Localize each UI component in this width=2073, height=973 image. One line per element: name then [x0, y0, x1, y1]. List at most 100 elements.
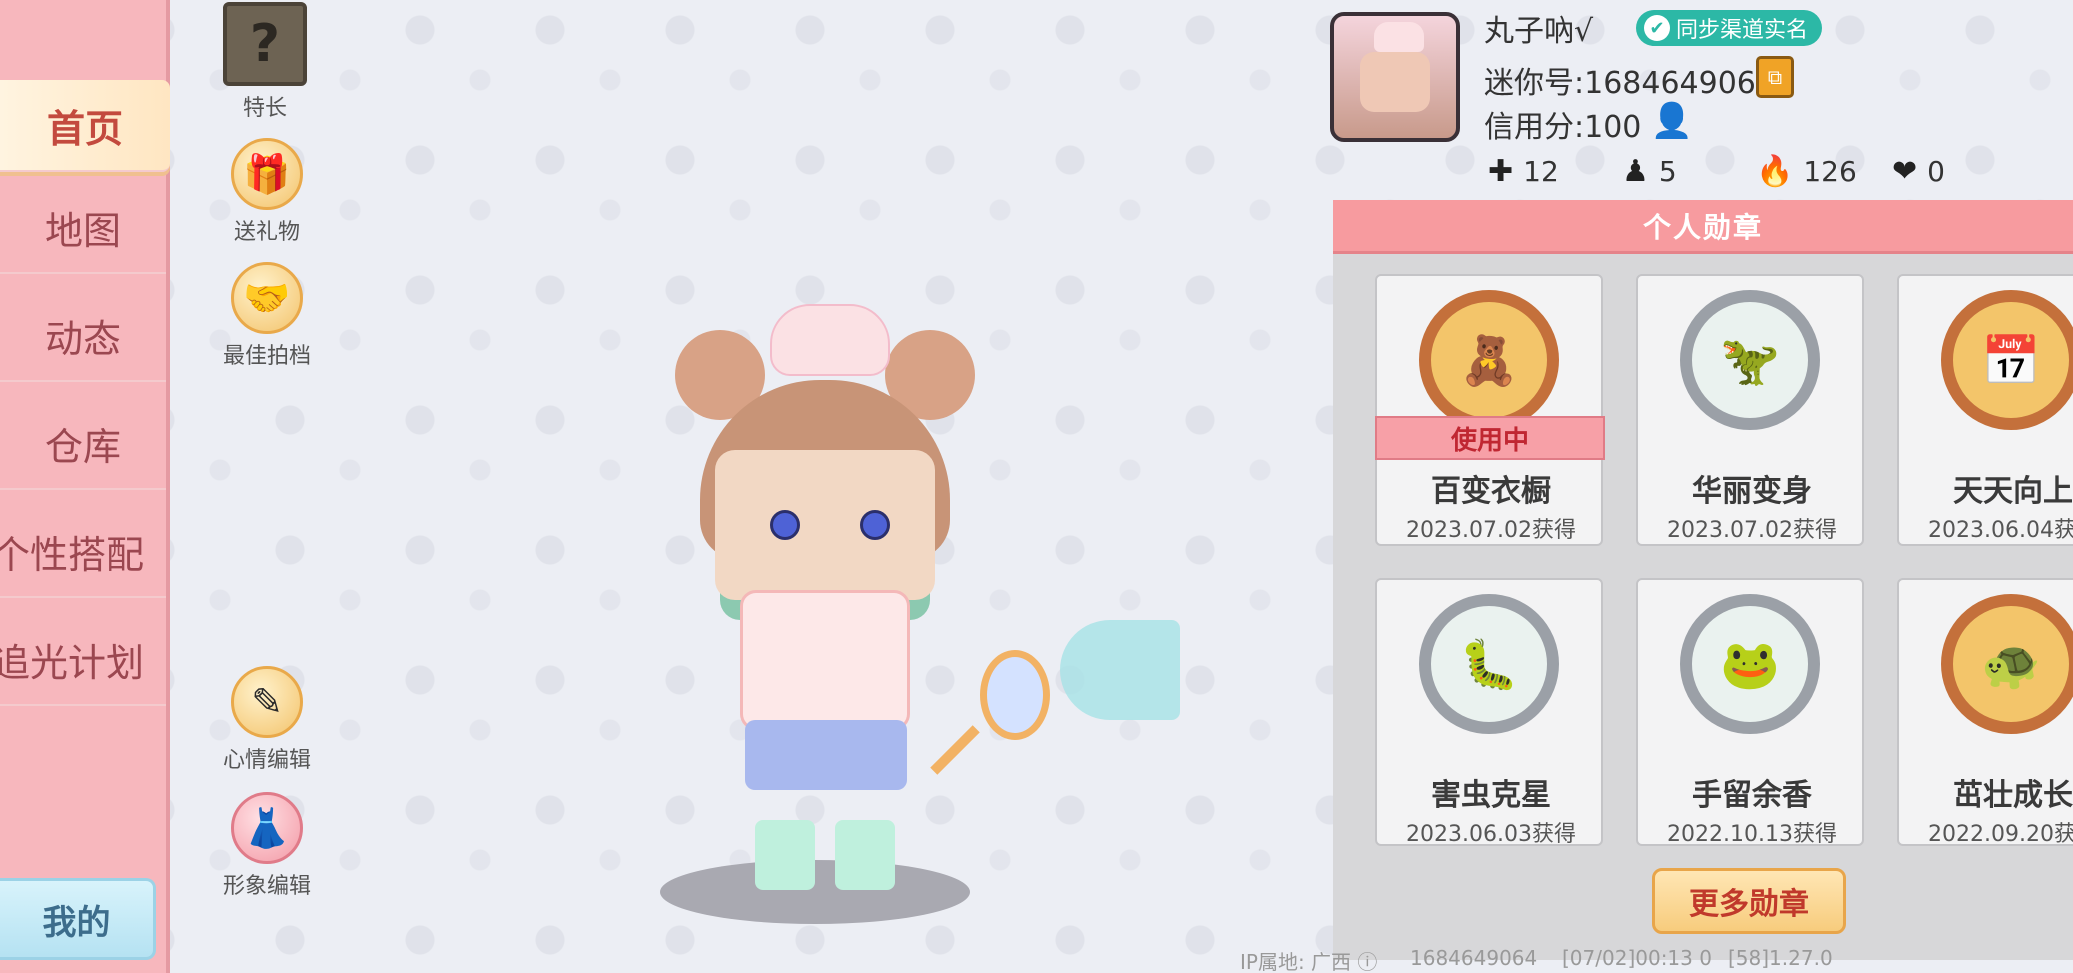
partner-action[interactable]: 🤝 最佳拍档 — [202, 262, 332, 370]
whale-pet — [1060, 620, 1180, 720]
footer-version: [58]1.27.0 — [1728, 946, 1833, 970]
medal-calendar-icon: 📅 — [1941, 290, 2073, 430]
outfit-icon: 👗 — [231, 792, 303, 864]
footer-time: [07/02]00:13 0 — [1562, 946, 1712, 970]
nav-item-warehouse[interactable]: 仓库 — [0, 398, 166, 490]
sync-realname-label: 同步渠道实名 — [1676, 18, 1809, 43]
nav-item-label: 仓库 — [44, 424, 121, 469]
mood-action[interactable]: ✎ 心情编辑 — [202, 666, 332, 774]
nav-item-label: 个性搭配 — [0, 532, 145, 577]
stat-likes[interactable]: ❤ 0 — [1892, 154, 1945, 189]
stat-posts[interactable]: ✚ 12 — [1488, 154, 1559, 189]
medal-name: 天天向上 — [1953, 474, 2073, 509]
head-pet — [770, 304, 890, 376]
medal-card[interactable]: 🐸 手留余香 2022.10.13获得 — [1636, 578, 1864, 847]
look-action[interactable]: 👗 形象编辑 — [202, 792, 332, 900]
medal-turtle-icon: 🐢 — [1941, 594, 2073, 734]
medal-card[interactable]: 🐛 害虫克星 2023.06.03获得 — [1375, 578, 1603, 847]
medal-glyph: 🦖 — [1720, 332, 1780, 389]
info-icon[interactable]: ⓘ — [1357, 950, 1377, 973]
medal-date: 2023.07.02获得 — [1667, 518, 1837, 543]
medal-bug-icon: 🐛 — [1419, 594, 1559, 734]
nav-item-label: 动态 — [44, 316, 121, 361]
nav-item-feed[interactable]: 动态 — [0, 290, 166, 382]
medal-date: 2023.06.03获得 — [1406, 822, 1576, 847]
more-medals-button[interactable]: 更多勋章 — [1652, 868, 1846, 934]
heart-icon: ❤ — [1892, 154, 1918, 189]
medal-name: 百变衣橱 — [1431, 474, 1551, 509]
medal-glyph: 🐛 — [1459, 636, 1519, 693]
footer-uid: 1684649064 — [1410, 946, 1538, 970]
handshake-icon: 🤝 — [231, 262, 303, 334]
nav-item-map[interactable]: 地图 — [0, 182, 166, 274]
nav-item-label: 首页 — [46, 106, 123, 151]
medal-card[interactable]: 📅 天天向上 2023.06.04获得 — [1897, 274, 2073, 546]
medal-name: 华丽变身 — [1692, 474, 1812, 509]
mirror-handle — [930, 725, 980, 775]
nav-item-outfit[interactable]: 个性搭配 — [0, 506, 166, 598]
look-glyph: 👗 — [243, 805, 291, 850]
gift-action[interactable]: 🎁 送礼物 — [202, 138, 332, 246]
character-top — [740, 590, 910, 730]
stat-popularity[interactable]: 🔥 126 — [1756, 154, 1857, 189]
stat-value: 126 — [1803, 155, 1857, 188]
character-eye-right — [860, 510, 890, 540]
medal-wardrobe-icon: 🧸 — [1419, 290, 1559, 430]
medal-name: 手留余香 — [1692, 778, 1812, 813]
credit-info-icon[interactable]: 👤 — [1651, 100, 1693, 142]
boot-right — [835, 820, 895, 890]
medal-card[interactable]: 🧸 使用中 百变衣橱 2023.07.02获得 — [1375, 274, 1605, 546]
question-icon: ? — [223, 2, 307, 86]
mood-glyph: ✎ — [251, 680, 283, 724]
plus-box-icon: ✚ — [1488, 154, 1514, 189]
boot-left — [755, 820, 815, 890]
medal-panel: 个人勋章 🧸 使用中 百变衣橱 2023.07.02获得 🦖 华丽变身 2023… — [1333, 200, 2073, 960]
stat-value: 12 — [1523, 155, 1559, 188]
character-eye-left — [770, 510, 800, 540]
medal-date: 2022.09.20获得 — [1928, 822, 2073, 847]
stat-fans[interactable]: ♟ 5 — [1622, 154, 1677, 189]
nav-item-home[interactable]: 首页 — [0, 80, 170, 172]
medal-card[interactable]: 🐢 茁壮成长 2022.09.20获得 — [1897, 578, 2073, 847]
medal-name: 茁壮成长 — [1953, 778, 2073, 813]
medal-glyph: 🐢 — [1981, 636, 2041, 693]
avatar-pet — [1374, 22, 1424, 52]
ip-location: IP属地: 广西 ⓘ — [1240, 946, 1377, 973]
in-use-badge: 使用中 — [1375, 416, 1605, 460]
medal-glyph: 🧸 — [1459, 332, 1519, 389]
edit-icon: ✎ — [231, 666, 303, 738]
nav-item-label: 追光计划 — [0, 640, 145, 685]
medal-date: 2023.06.04获得 — [1928, 518, 2073, 543]
medal-transform-icon: 🦖 — [1680, 290, 1820, 430]
gift-icon: 🎁 — [231, 138, 303, 210]
mood-label: 心情编辑 — [222, 748, 311, 773]
talent-glyph: ? — [249, 14, 281, 74]
fire-icon: 🔥 — [1756, 154, 1794, 189]
sync-realname-button[interactable]: ✔ 同步渠道实名 — [1636, 10, 1823, 46]
main-sidebar: 首页 地图 动态 仓库 个性搭配 追光计划 我的 — [0, 0, 170, 973]
copy-icon[interactable]: ⧉ — [1756, 56, 1794, 98]
character-model[interactable] — [620, 280, 1180, 940]
gift-glyph: 🎁 — [243, 151, 291, 196]
my-button[interactable]: 我的 — [0, 878, 156, 960]
person-check-icon: ✔ — [1644, 15, 1670, 41]
avatar-face — [1360, 52, 1430, 112]
medal-panel-title: 个人勋章 — [1333, 200, 2073, 254]
medal-date: 2022.10.13获得 — [1667, 822, 1837, 847]
partner-glyph: 🤝 — [243, 275, 291, 320]
gift-label: 送礼物 — [233, 220, 300, 245]
hand-mirror — [980, 650, 1050, 740]
medal-card[interactable]: 🦖 华丽变身 2023.07.02获得 — [1636, 274, 1864, 546]
character-shorts — [745, 720, 907, 790]
username: 丸子吶√ — [1484, 14, 1594, 49]
medal-date: 2023.07.02获得 — [1406, 518, 1576, 543]
nav-item-label: 地图 — [44, 208, 121, 253]
avatar[interactable] — [1330, 12, 1460, 142]
talent-action[interactable]: ? 特长 — [200, 2, 330, 122]
look-label: 形象编辑 — [222, 874, 311, 899]
character-shadow — [660, 860, 970, 924]
nav-item-light-plan[interactable]: 追光计划 — [0, 614, 166, 706]
fans-icon: ♟ — [1622, 154, 1649, 189]
character-face — [715, 450, 935, 600]
medal-glyph: 🐸 — [1720, 636, 1780, 693]
